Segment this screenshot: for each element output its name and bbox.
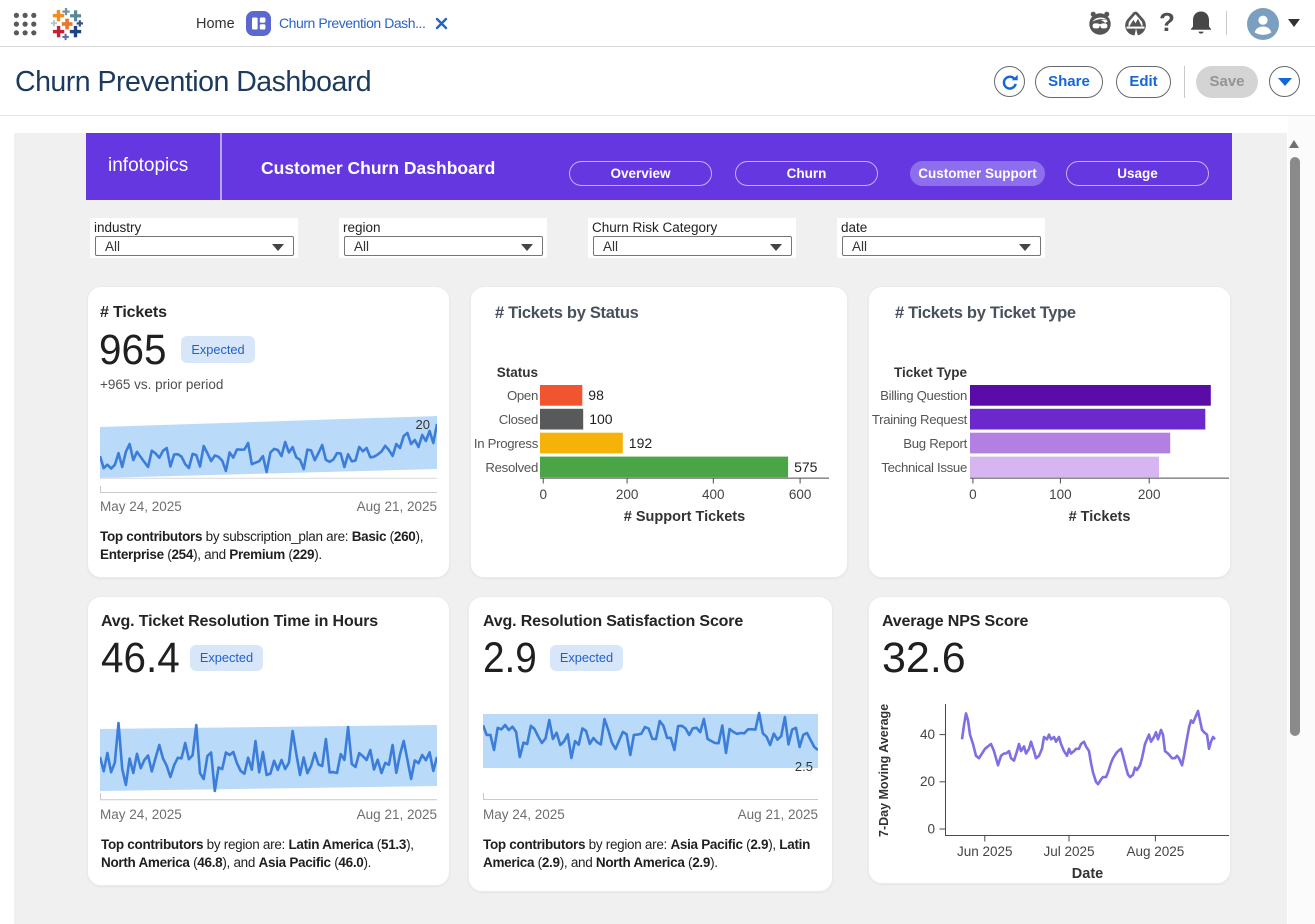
- svg-text:0: 0: [927, 821, 935, 836]
- svg-text:Aug 2025: Aug 2025: [1126, 844, 1184, 859]
- svg-text:Open: Open: [507, 388, 538, 403]
- svg-text:2.5: 2.5: [795, 759, 813, 774]
- svg-text:200: 200: [1138, 487, 1161, 502]
- svg-text:0: 0: [969, 487, 977, 502]
- svg-text:20: 20: [920, 774, 935, 789]
- svg-text:In Progress: In Progress: [474, 436, 539, 451]
- svg-text:600: 600: [789, 487, 812, 502]
- svg-text:100: 100: [1049, 487, 1072, 502]
- svg-text:Training Request: Training Request: [872, 412, 968, 427]
- svg-text:98: 98: [588, 387, 604, 403]
- svg-text:Bug Report: Bug Report: [903, 436, 967, 451]
- svg-text:200: 200: [616, 487, 639, 502]
- svg-text:100: 100: [589, 411, 613, 427]
- svg-text:Jun 2025: Jun 2025: [957, 844, 1013, 859]
- svg-text:400: 400: [702, 487, 725, 502]
- svg-text:192: 192: [629, 435, 653, 451]
- svg-text:20: 20: [416, 417, 430, 432]
- svg-text:Billing Question: Billing Question: [880, 388, 967, 403]
- svg-text:Jul 2025: Jul 2025: [1043, 844, 1094, 859]
- svg-text:Resolved: Resolved: [485, 460, 538, 475]
- svg-text:Status: Status: [497, 365, 538, 380]
- svg-text:0: 0: [539, 487, 547, 502]
- svg-text:Technical Issue: Technical Issue: [881, 460, 967, 475]
- svg-text:40: 40: [920, 727, 935, 742]
- svg-text:Date: Date: [1072, 866, 1103, 882]
- svg-text:575: 575: [794, 459, 818, 475]
- svg-text:# Tickets: # Tickets: [1069, 509, 1131, 525]
- svg-text:# Support Tickets: # Support Tickets: [624, 509, 745, 525]
- svg-text:Ticket Type: Ticket Type: [894, 365, 968, 380]
- svg-text:Closed: Closed: [499, 412, 538, 427]
